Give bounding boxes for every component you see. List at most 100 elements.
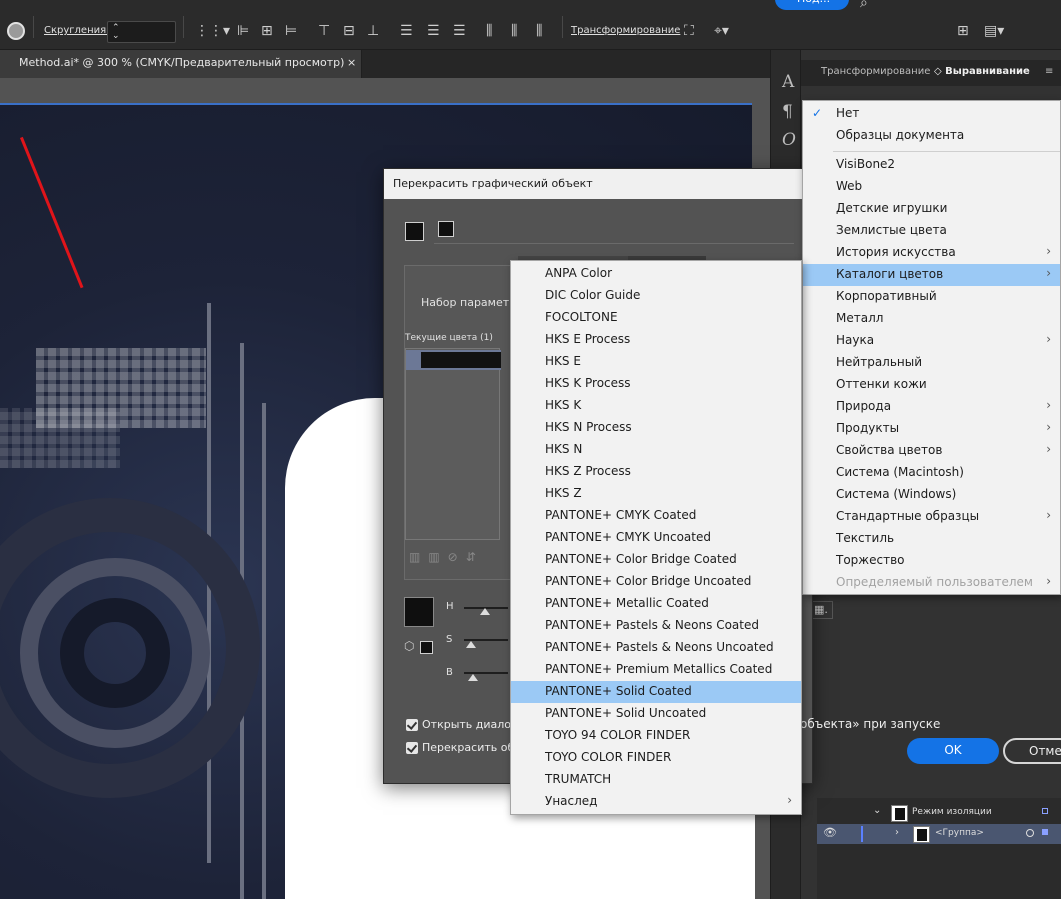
document-tab[interactable]: Method.ai* @ 300 % (CMYK/Предварительный… xyxy=(0,50,362,78)
menu-item-нейтральный[interactable]: Нейтральный xyxy=(803,352,1060,374)
menu-item-toyo-94-color-finder[interactable]: TOYO 94 COLOR FINDER xyxy=(511,725,801,747)
search-icon[interactable]: ⌕ xyxy=(860,0,868,10)
arrange-panels-icon[interactable]: ⊞ xyxy=(957,24,969,38)
paragraph-panel-icon[interactable]: ¶ xyxy=(782,102,793,122)
color-row[interactable] xyxy=(406,350,501,370)
ok-button[interactable]: OK xyxy=(907,738,999,764)
distribute-left-icon[interactable]: ⫼ xyxy=(486,24,492,38)
fill-swatch[interactable] xyxy=(420,641,433,654)
menu-item-hks-z[interactable]: HKS Z xyxy=(511,483,801,505)
menu-item-pantone-solid-uncoated[interactable]: PANTONE+ Solid Uncoated xyxy=(511,703,801,725)
align-top-icon[interactable]: ⊤ xyxy=(318,24,330,38)
menu-item-toyo-color-finder[interactable]: TOYO COLOR FINDER xyxy=(511,747,801,769)
align-to-selection-icon[interactable]: ⋮⋮▾ xyxy=(195,24,230,38)
current-colors-list[interactable] xyxy=(405,348,501,540)
selection-indicator-icon[interactable] xyxy=(1042,829,1048,835)
menu-item-trumatch[interactable]: TRUMATCH xyxy=(511,769,801,791)
menu-item-hks-n[interactable]: HKS N xyxy=(511,439,801,461)
menu-item-свойства-цветов[interactable]: Свойства цветов › xyxy=(803,440,1060,462)
distribute-hcenter-icon[interactable]: ⫼ xyxy=(511,24,517,38)
layer-target-icon[interactable] xyxy=(1042,808,1048,814)
menu-item-система-macintosh[interactable]: Система (Macintosh) xyxy=(803,462,1060,484)
menu-item-hks-e-process[interactable]: HKS E Process xyxy=(511,329,801,351)
opentype-panel-icon[interactable]: O xyxy=(782,130,796,150)
menu-item-pantone-pastels-neons-uncoated[interactable]: PANTONE+ Pastels & Neons Uncoated xyxy=(511,637,801,659)
menu-item-pantone-color-bridge-coated[interactable]: PANTONE+ Color Bridge Coated xyxy=(511,549,801,571)
harmony-swatch[interactable] xyxy=(438,221,454,237)
chevron-right-icon[interactable]: › xyxy=(895,827,899,838)
panel-menu-icon[interactable]: ≡ xyxy=(1045,66,1053,77)
selected-color-swatch[interactable] xyxy=(404,597,434,627)
stepper-arrows-icon[interactable]: ⌃ ⌄ xyxy=(112,24,120,41)
current-color-swatch[interactable] xyxy=(405,222,424,241)
open-dialog-checkbox[interactable] xyxy=(406,719,418,731)
menu-item-hks-n-process[interactable]: HKS N Process xyxy=(511,417,801,439)
menu-item-система-windows[interactable]: Система (Windows) xyxy=(803,484,1060,506)
menu-item-унаслед[interactable]: Унаслед › xyxy=(511,791,801,813)
menu-item-anpa-color[interactable]: ANPA Color xyxy=(511,263,801,285)
menu-item-металл[interactable]: Металл xyxy=(803,308,1060,330)
character-panel-icon[interactable]: A xyxy=(782,72,794,92)
align-center-vertical-icon[interactable]: ⊟ xyxy=(343,24,355,38)
corner-rounding-stepper[interactable]: ⌃ ⌄ xyxy=(107,21,176,43)
menu-item-продукты[interactable]: Продукты › xyxy=(803,418,1060,440)
puppet-warp-icon[interactable]: ⌖▾ xyxy=(714,24,729,38)
distribute-center-icon[interactable]: ☰ xyxy=(427,24,440,38)
menu-item-нет[interactable]: ✓ Нет xyxy=(803,103,1060,125)
align-right-icon[interactable]: ⊨ xyxy=(285,24,297,38)
menu-item-оттенки-кожи[interactable]: Оттенки кожи xyxy=(803,374,1060,396)
cancel-button[interactable]: Отмен xyxy=(1003,738,1061,764)
menu-item-hks-k-process[interactable]: HKS K Process xyxy=(511,373,801,395)
tab-transform[interactable]: Трансформирование xyxy=(821,66,930,77)
recolor-artwork-icon[interactable] xyxy=(7,22,25,40)
menu-item-pantone-cmyk-coated[interactable]: PANTONE+ CMYK Coated xyxy=(511,505,801,527)
chevron-down-icon[interactable]: ⌄ xyxy=(873,805,881,816)
menu-item-образцы-документа[interactable]: Образцы документа xyxy=(803,125,1060,147)
menu-item-наука[interactable]: Наука › xyxy=(803,330,1060,352)
menu-item-детские-игрушки[interactable]: Детские игрушки xyxy=(803,198,1060,220)
isolate-icon[interactable]: ⛶ xyxy=(684,24,694,38)
menu-item-землистые-цвета[interactable]: Землистые цвета xyxy=(803,220,1060,242)
menu-item-pantone-cmyk-uncoated[interactable]: PANTONE+ CMYK Uncoated xyxy=(511,527,801,549)
saturation-slider-handle[interactable] xyxy=(466,641,476,648)
menu-item-стандартные-образцы[interactable]: Стандартные образцы › xyxy=(803,506,1060,528)
menu-item-hks-z-process[interactable]: HKS Z Process xyxy=(511,461,801,483)
menu-item-pantone-pastels-neons-coated[interactable]: PANTONE+ Pastels & Neons Coated xyxy=(511,615,801,637)
align-bottom-icon[interactable]: ⊥ xyxy=(367,24,379,38)
close-icon[interactable]: × xyxy=(347,56,356,69)
menu-item-focoltone[interactable]: FOCOLTONE xyxy=(511,307,801,329)
menu-item-текстиль[interactable]: Текстиль xyxy=(803,528,1060,550)
distribute-bottom-icon[interactable]: ☰ xyxy=(453,24,466,38)
menu-item-web[interactable]: Web xyxy=(803,176,1060,198)
menu-item-каталоги-цветов[interactable]: Каталоги цветов › xyxy=(803,264,1060,286)
cube-icon[interactable]: ⬡ xyxy=(404,639,414,653)
menu-item-природа[interactable]: Природа › xyxy=(803,396,1060,418)
menu-item-история-искусства[interactable]: История искусства › xyxy=(803,242,1060,264)
distribute-top-icon[interactable]: ☰ xyxy=(400,24,413,38)
menu-item-торжество[interactable]: Торжество xyxy=(803,550,1060,572)
tab-align[interactable]: ◇ Выравнивание xyxy=(934,66,1030,77)
share-button[interactable]: Под... xyxy=(775,0,849,10)
transform-link[interactable]: Трансформирование xyxy=(571,25,680,36)
menu-item-hks-e[interactable]: HKS E xyxy=(511,351,801,373)
menu-item-pantone-color-bridge-uncoated[interactable]: PANTONE+ Color Bridge Uncoated xyxy=(511,571,801,593)
layer-row-group[interactable]: 👁 › <Группа> xyxy=(817,824,1061,844)
align-center-horizontal-icon[interactable]: ⊞ xyxy=(261,24,273,38)
align-left-icon[interactable]: ⊫ xyxy=(237,24,249,38)
brightness-slider-handle[interactable] xyxy=(468,674,478,681)
hue-slider-handle[interactable] xyxy=(480,608,490,615)
menu-item-корпоративный[interactable]: Корпоративный xyxy=(803,286,1060,308)
layer-target-icon[interactable] xyxy=(1026,829,1034,837)
color-group-tools-icon[interactable]: ▥▥⊘⇵ xyxy=(409,550,484,564)
menu-item-hks-k[interactable]: HKS K xyxy=(511,395,801,417)
eye-icon[interactable]: 👁 xyxy=(823,826,837,839)
layer-row-isolation[interactable]: ⌄ Режим изоляции xyxy=(817,803,1061,823)
harmony-row[interactable] xyxy=(434,219,794,244)
menu-item-dic-color-guide[interactable]: DIC Color Guide xyxy=(511,285,801,307)
menu-item-visibone2[interactable]: VisiBone2 xyxy=(803,154,1060,176)
distribute-right-icon[interactable]: ⫼ xyxy=(536,24,542,38)
menu-item-pantone-metallic-coated[interactable]: PANTONE+ Metallic Coated xyxy=(511,593,801,615)
panel-options-icon[interactable]: ▤▾ xyxy=(984,24,1004,38)
recolor-art-checkbox[interactable] xyxy=(406,742,418,754)
menu-item-pantone-premium-metallics-coated[interactable]: PANTONE+ Premium Metallics Coated xyxy=(511,659,801,681)
